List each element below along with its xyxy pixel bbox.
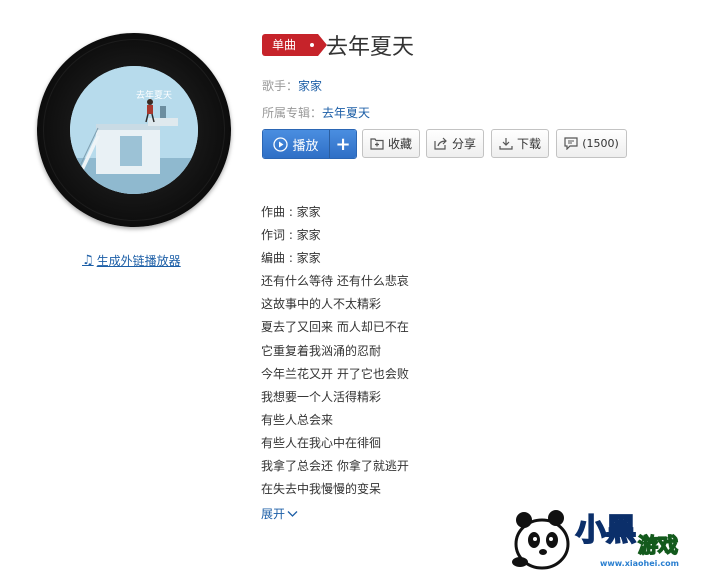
lyric-line: 在失去中我慢慢的变呆 <box>261 482 382 497</box>
watermark-url: www.xiaohei.com <box>600 559 679 568</box>
watermark-brand: 小黑 <box>576 513 636 548</box>
expand-label: 展开 <box>261 507 286 521</box>
download-button[interactable]: 下载 <box>491 129 549 158</box>
lyric-line: 夏去了又回来 而人却已不在 <box>261 320 409 335</box>
collect-button[interactable]: 收藏 <box>362 129 420 158</box>
generate-player-label: 生成外链播放器 <box>96 254 181 268</box>
lyric-line: 今年兰花又开 开了它也会败 <box>261 366 409 381</box>
play-button[interactable]: 播放 <box>263 130 329 158</box>
singer-link[interactable]: 家家 <box>298 79 322 93</box>
album-label: 所属专辑： <box>262 106 323 120</box>
album-cover: 去年夏天 <box>70 66 198 194</box>
play-button-label: 播放 <box>292 138 319 154</box>
comments-button[interactable]: (1500) <box>556 129 627 158</box>
play-button-group: 播放 + <box>262 129 357 159</box>
single-badge: 单曲 <box>262 34 327 56</box>
share-label: 分享 <box>451 137 476 151</box>
chevron-down-icon <box>287 510 298 518</box>
watermark-brand-game: 游戏 <box>638 533 678 557</box>
badge-dot-icon <box>310 43 314 47</box>
lyric-line: 我想要一个人活得精彩 <box>261 389 382 404</box>
share-button[interactable]: 分享 <box>426 129 484 158</box>
lyric-line: 有些人总会来 <box>261 412 334 427</box>
generate-player-link[interactable]: ♫ 生成外链播放器 <box>82 252 181 269</box>
lyric-line: 有些人在我心中在徘徊 <box>261 435 382 450</box>
play-circle-icon <box>273 136 289 152</box>
single-badge-label: 单曲 <box>272 38 297 52</box>
album-link[interactable]: 去年夏天 <box>322 106 370 120</box>
album-vinyl: 去年夏天 <box>37 33 231 227</box>
share-icon <box>434 137 448 150</box>
lyric-line: 作词 : 家家 <box>261 228 321 243</box>
singer-row: 歌手：家家 <box>262 77 322 94</box>
lyric-line: 这故事中的人不太精彩 <box>261 297 382 312</box>
singer-label: 歌手： <box>262 79 299 93</box>
album-cover-text: 去年夏天 <box>136 91 173 101</box>
download-label: 下载 <box>516 137 541 151</box>
song-title: 去年夏天 <box>326 35 415 60</box>
lyric-line: 编曲 : 家家 <box>261 251 321 266</box>
music-note-icon: ♫ <box>82 253 94 268</box>
folder-plus-icon <box>370 137 384 150</box>
expand-lyrics-button[interactable]: 展开 <box>261 505 298 522</box>
lyric-line: 它重复着我汹涌的忍耐 <box>261 343 382 358</box>
collect-label: 收藏 <box>387 137 412 151</box>
comment-icon <box>564 137 578 150</box>
lyrics-list: 作曲 : 家家 作词 : 家家 编曲 : 家家 还有什么等待 还有什么悲哀 这故… <box>261 201 409 501</box>
comments-count: (1500) <box>582 137 619 150</box>
lyric-line: 作曲 : 家家 <box>261 205 321 219</box>
add-to-playlist-button[interactable]: + <box>329 130 356 158</box>
lyric-line: 还有什么等待 还有什么悲哀 <box>261 274 409 289</box>
lyric-line: 我拿了总会还 你拿了就逃开 <box>261 459 409 474</box>
album-row: 所属专辑：去年夏天 <box>262 104 370 121</box>
download-icon <box>499 137 513 150</box>
